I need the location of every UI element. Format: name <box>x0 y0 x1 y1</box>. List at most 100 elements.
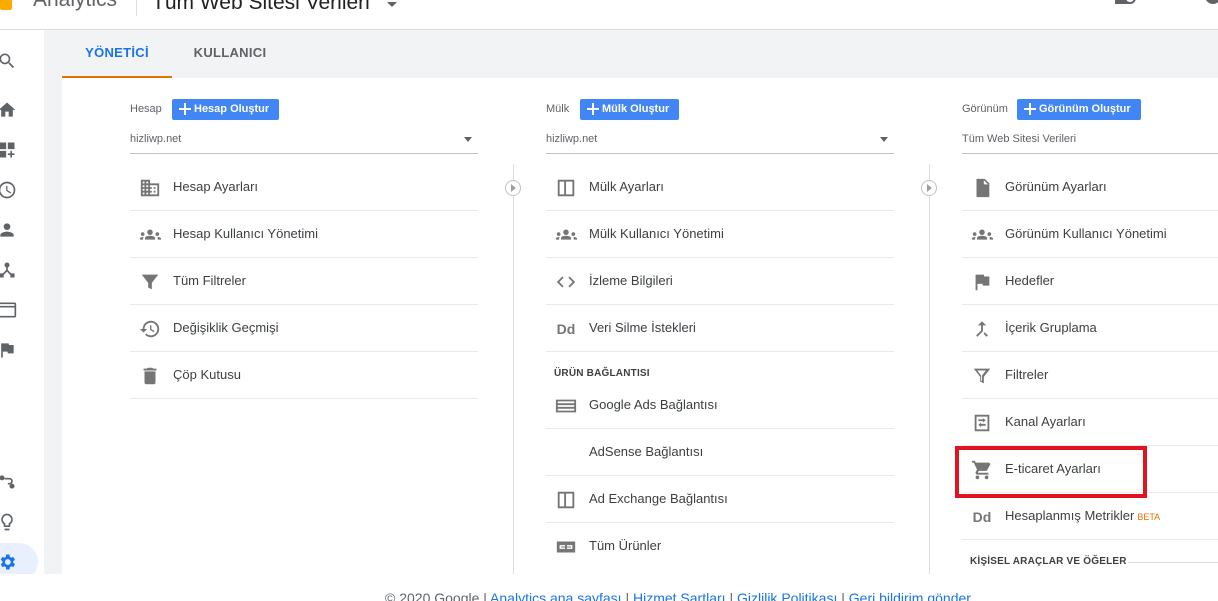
tab-admin[interactable]: YÖNETİCİ <box>62 30 172 78</box>
channel-settings-label: Kanal Ayarları <box>1005 414 1086 429</box>
footer-link-terms[interactable]: Hizmet Şartları <box>633 590 726 601</box>
highlight-box <box>955 446 1147 498</box>
beta-badge: BETA <box>1137 512 1161 522</box>
create-property-label: Mülk Oluştur <box>602 103 670 115</box>
people-icon <box>970 224 994 246</box>
search-icon[interactable] <box>0 50 18 72</box>
google-ads-link-label: Google Ads Bağlantısı <box>589 397 718 412</box>
filter-icon <box>970 365 994 387</box>
view-column-label: Görünüm <box>962 103 1008 115</box>
behavior-icon[interactable] <box>0 299 18 321</box>
calculated-metrics-row[interactable]: Dd Hesaplanmış Metrikler BETA <box>962 493 1218 540</box>
tracking-info-row[interactable]: İzleme Bilgileri <box>546 258 894 305</box>
channel-settings-row[interactable]: Kanal Ayarları <box>962 399 1218 446</box>
footer-link-feedback[interactable]: Geri bildirim gönder <box>849 590 971 601</box>
property-user-management-row[interactable]: Mülk Kullanıcı Yönetimi <box>546 211 894 258</box>
home-icon[interactable] <box>0 99 18 121</box>
all-products-row[interactable]: Tüm Ürünler <box>546 523 894 570</box>
data-deletion-row[interactable]: Dd Veri Silme İstekleri <box>546 305 894 352</box>
ads-icon <box>554 395 578 417</box>
account-user-management-label: Hesap Kullanıcı Yönetimi <box>173 226 319 241</box>
view-user-management-row[interactable]: Görünüm Kullanıcı Yönetimi <box>962 211 1218 258</box>
view-settings-row[interactable]: Görünüm Ayarları <box>962 164 1218 211</box>
change-history-row[interactable]: Değişiklik Geçmişi <box>130 305 478 352</box>
property-column-label: Mülk <box>546 103 570 115</box>
left-nav <box>0 30 44 601</box>
plus-icon <box>586 102 600 116</box>
create-property-button[interactable]: Mülk Oluştur <box>580 99 680 120</box>
bell-icon[interactable] <box>1114 0 1136 6</box>
window-icon <box>554 489 578 511</box>
all-products-label: Tüm Ürünler <box>589 538 662 553</box>
filters-label: Filtreler <box>1005 367 1049 382</box>
lightbulb-icon[interactable] <box>0 511 18 533</box>
help-icon[interactable] <box>1205 0 1218 6</box>
trash-can-row[interactable]: Çöp Kutusu <box>130 352 478 399</box>
property-settings-row[interactable]: Mülk Ayarları <box>546 164 894 211</box>
filter-icon <box>138 271 162 293</box>
flag-icon <box>970 271 994 293</box>
plus-icon <box>1023 102 1037 116</box>
code-icon <box>554 271 578 293</box>
adsense-link-label: AdSense Bağlantısı <box>589 444 704 459</box>
view-selector-dropdown[interactable]: Tüm Web Sitesi Verileri <box>962 132 1218 154</box>
change-history-label: Değişiklik Geçmişi <box>173 320 279 335</box>
view-selector[interactable]: Tüm Web Sitesi Verileri <box>152 0 370 15</box>
account-user-management-row[interactable]: Hesap Kullanıcı Yönetimi <box>130 211 478 258</box>
view-user-management-label: Görünüm Kullanıcı Yönetimi <box>1005 226 1167 241</box>
audience-person-icon[interactable] <box>0 219 18 241</box>
acquisition-icon[interactable] <box>0 259 18 281</box>
create-account-button[interactable]: Hesap Oluştur <box>172 99 280 120</box>
conversions-flag-icon[interactable] <box>0 339 18 361</box>
all-filters-row[interactable]: Tüm Filtreler <box>130 258 478 305</box>
ad-exchange-link-label: Ad Exchange Bağlantısı <box>589 491 728 506</box>
chevron-down-icon[interactable] <box>387 2 397 7</box>
footer-copyright: © 2020 Google <box>385 590 480 601</box>
chevron-down-icon <box>880 137 888 142</box>
realtime-clock-icon[interactable] <box>0 179 18 201</box>
history-icon <box>138 318 162 340</box>
analytics-logo[interactable] <box>0 0 12 10</box>
calculated-metrics-label: Hesaplanmış Metrikler BETA <box>1005 508 1160 523</box>
header-divider <box>136 0 137 16</box>
adsense-link-row[interactable]: AdSense Bağlantısı <box>546 429 894 476</box>
account-selector[interactable]: hizliwp.net <box>130 132 478 154</box>
footer-link-home[interactable]: Analytics ana sayfası <box>490 590 622 601</box>
property-selected: hizliwp.net <box>546 133 598 145</box>
channel-icon <box>970 412 994 434</box>
apps-grid-icon[interactable] <box>1162 0 1178 6</box>
create-account-label: Hesap Oluştur <box>194 103 270 115</box>
account-settings-row[interactable]: Hesap Ayarları <box>130 164 478 211</box>
property-settings-label: Mülk Ayarları <box>589 179 664 194</box>
column-divider <box>513 164 514 574</box>
create-view-button[interactable]: Görünüm Oluştur <box>1017 99 1141 120</box>
attribution-icon[interactable] <box>0 471 18 493</box>
dd-icon: Dd <box>972 509 992 525</box>
account-column-label: Hesap <box>130 103 162 115</box>
tracking-info-label: İzleme Bilgileri <box>589 273 673 288</box>
view-selected: Tüm Web Sitesi Verileri <box>962 133 1077 145</box>
tab-user[interactable]: KULLANICI <box>176 30 284 78</box>
view-settings-label: Görünüm Ayarları <box>1005 179 1107 194</box>
ad-exchange-link-row[interactable]: Ad Exchange Bağlantısı <box>546 476 894 523</box>
filters-row[interactable]: Filtreler <box>962 352 1218 399</box>
content-grouping-row[interactable]: İçerik Gruplama <box>962 305 1218 352</box>
customization-icon[interactable] <box>0 139 18 161</box>
admin-gear-icon[interactable] <box>0 551 18 573</box>
plus-icon <box>178 102 192 116</box>
create-view-label: Görünüm Oluştur <box>1039 103 1131 115</box>
goals-row[interactable]: Hedefler <box>962 258 1218 305</box>
admin-tabs: YÖNETİCİ KULLANICI <box>44 30 1218 78</box>
link-icon <box>554 536 578 558</box>
content-grouping-label: İçerik Gruplama <box>1005 320 1097 335</box>
google-ads-link-row[interactable]: Google Ads Bağlantısı <box>546 382 894 429</box>
property-selector[interactable]: hizliwp.net <box>546 132 894 154</box>
chevron-down-icon <box>464 137 472 142</box>
document-icon <box>970 177 994 199</box>
window-icon <box>554 177 578 199</box>
people-icon <box>138 224 162 246</box>
goals-label: Hedefler <box>1005 273 1055 288</box>
building-icon <box>138 177 162 199</box>
footer-link-privacy[interactable]: Gizlilik Politikası <box>737 590 837 601</box>
column-divider <box>929 164 930 574</box>
